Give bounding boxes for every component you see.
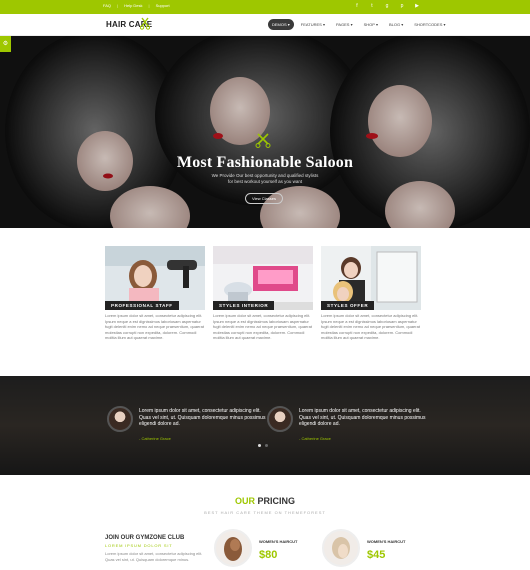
feature-text: Lorem ipsum dolor sit amet, consectetur … xyxy=(105,313,204,341)
feature-card: STYLES OFFER Lorem ipsum dolor sit amet,… xyxy=(321,246,421,341)
view-classes-button[interactable]: View Classes xyxy=(245,193,283,204)
feature-card: STYLES INTERIOR Lorem ipsum dolor sit am… xyxy=(213,246,313,341)
feature-image-staff: PROFESSIONAL STAFF xyxy=(105,246,205,310)
carousel-dot[interactable] xyxy=(265,444,268,447)
carousel-dot[interactable] xyxy=(258,444,261,447)
plan-price: $45 xyxy=(367,549,386,561)
feature-text: Lorem ipsum dolor sit amet, consectetur … xyxy=(321,313,420,341)
pinterest-icon[interactable]: p xyxy=(399,3,405,9)
nav-pages[interactable]: PAGES ▾ xyxy=(332,19,357,30)
feature-image-offer: STYLES OFFER xyxy=(321,246,421,310)
feature-image-interior: STYLES INTERIOR xyxy=(213,246,313,310)
support-link[interactable]: Support xyxy=(156,3,170,8)
site-header: HAIR CARE DEMOS ▾ FEATURES ▾ PAGES ▾ SHO… xyxy=(0,14,530,36)
hero-subtitle-line: for best workout yourself as you want xyxy=(227,179,303,184)
twitter-icon[interactable]: t xyxy=(369,3,375,9)
testimonial-quote: Lorem ipsum dolor sit amet, consectetur … xyxy=(139,408,266,428)
pricing-title-highlight: OUR xyxy=(234,496,255,506)
club-text: Lorem ipsum dolor sit amet, consectetur … xyxy=(105,551,203,562)
nav-shortcodes[interactable]: SHORTCODES ▾ xyxy=(410,19,449,30)
hero-banner: Most Fashionable Saloon We Provide Our b… xyxy=(0,36,530,228)
testimonials-section: Lorem ipsum dolor sit amet, consectetur … xyxy=(0,376,530,475)
feature-caption: PROFESSIONAL STAFF xyxy=(105,301,179,310)
social-links: f t g p ▶ xyxy=(354,3,420,9)
divider: | xyxy=(148,3,150,8)
feature-text: Lorem ipsum dolor sit amet, consectetur … xyxy=(213,313,312,341)
nav-demos[interactable]: DEMOS ▾ xyxy=(268,19,294,30)
top-bar: FAQ | Help Desk | Support f t g p ▶ xyxy=(0,0,530,14)
facebook-icon[interactable]: f xyxy=(354,3,360,9)
haircut-image xyxy=(322,529,360,567)
feature-caption: STYLES OFFER xyxy=(321,301,375,310)
help-desk-link[interactable]: Help Desk xyxy=(124,3,142,8)
pricing-title-rest: PRICING xyxy=(254,496,295,506)
nav-blog[interactable]: BLOG ▾ xyxy=(385,19,407,30)
divider: | xyxy=(117,3,119,8)
avatar xyxy=(267,406,293,432)
hero-title: Most Fashionable Saloon xyxy=(176,154,354,171)
carousel-dots xyxy=(258,444,268,447)
top-links: FAQ | Help Desk | Support xyxy=(103,3,170,8)
scissors-icon xyxy=(255,133,271,148)
feature-caption: STYLES INTERIOR xyxy=(213,301,275,310)
plan-name: WOMEN'S HAIRCUT xyxy=(259,539,298,544)
plan-name: WOMEN'S HAIRCUT xyxy=(367,539,406,544)
testimonial-author: - Catherine Grace xyxy=(299,436,331,441)
club-tag: LOREM IPSUM DOLOR SIT xyxy=(105,543,173,548)
settings-toggle-icon[interactable]: ⚙ xyxy=(0,36,11,52)
avatar xyxy=(107,406,133,432)
nav-features[interactable]: FEATURES ▾ xyxy=(297,19,329,30)
scissors-logo-icon xyxy=(140,17,150,30)
google-plus-icon[interactable]: g xyxy=(384,3,390,9)
nav-shop[interactable]: SHOP ▾ xyxy=(360,19,382,30)
pricing-title: OUR PRICING xyxy=(0,496,530,506)
club-block: JOIN OUR GYMZONE CLUB LOREM IPSUM DOLOR … xyxy=(105,535,205,562)
testimonial-quote: Lorem ipsum dolor sit amet, consectetur … xyxy=(299,408,426,428)
features-section: PROFESSIONAL STAFF Lorem ipsum dolor sit… xyxy=(105,246,421,341)
hero-subtitle: We Provide Our best opportunity and qual… xyxy=(0,173,530,185)
haircut-image xyxy=(214,529,252,567)
feature-card: PROFESSIONAL STAFF Lorem ipsum dolor sit… xyxy=(105,246,205,341)
youtube-icon[interactable]: ▶ xyxy=(414,3,420,9)
plan-price: $80 xyxy=(259,549,278,561)
faq-link[interactable]: FAQ xyxy=(103,3,111,8)
testimonial-author: - Catherine Grace xyxy=(139,436,171,441)
main-nav: DEMOS ▾ FEATURES ▾ PAGES ▾ SHOP ▾ BLOG ▾… xyxy=(268,19,449,30)
club-title: JOIN OUR GYMZONE CLUB xyxy=(105,535,185,541)
pricing-subtitle: BEST HAIR CARE THEME ON THEMEFOREST xyxy=(204,510,326,515)
